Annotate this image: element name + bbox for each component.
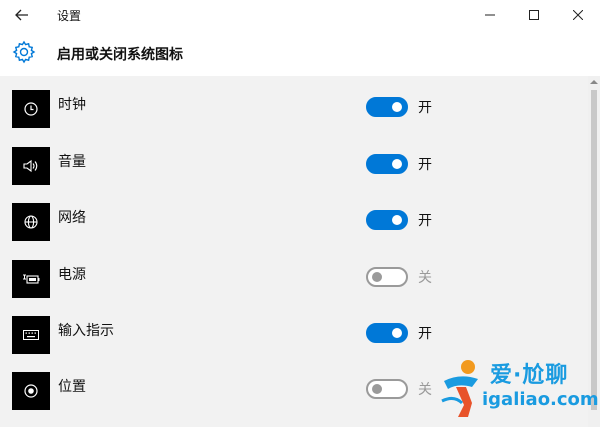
- watermark-url: igaliao.com: [482, 389, 599, 410]
- toggle-state-text: 关: [418, 270, 432, 286]
- page-title: 启用或关闭系统图标: [57, 47, 183, 63]
- maximize-icon: [529, 10, 539, 20]
- back-arrow-icon: [15, 9, 28, 21]
- item-label: 时钟: [58, 97, 86, 113]
- row-icon-box: [12, 260, 50, 298]
- location-toggle[interactable]: [366, 379, 408, 399]
- watermark-logo-icon: [441, 360, 478, 417]
- volume-toggle[interactable]: [366, 154, 408, 174]
- minimize-icon: [485, 14, 495, 16]
- toggle-state-text: 开: [418, 326, 432, 342]
- chevron-up-icon: [590, 80, 598, 84]
- toggle-state-text: 开: [418, 100, 432, 116]
- item-label: 电源: [58, 267, 86, 283]
- list-item: 时钟 开: [0, 84, 588, 140]
- clock-toggle[interactable]: [366, 97, 408, 117]
- toggle-knob: [392, 102, 402, 112]
- toggle-state-text: 开: [418, 213, 432, 229]
- toggle-knob: [372, 272, 382, 282]
- item-label: 音量: [58, 154, 86, 170]
- gear-icon: [12, 40, 36, 64]
- toggle-knob: [372, 384, 382, 394]
- row-icon-box: [12, 90, 50, 128]
- globe-icon: [24, 215, 38, 229]
- toggle-state-text: 关: [418, 382, 432, 398]
- toggle-state-text: 开: [418, 157, 432, 173]
- row-icon-box: [12, 372, 50, 410]
- close-icon: [573, 10, 583, 20]
- keyboard-icon: [23, 330, 39, 340]
- battery-icon: [23, 274, 40, 284]
- toggle-knob: [392, 328, 402, 338]
- item-label: 位置: [58, 379, 86, 395]
- toggle-knob: [392, 159, 402, 169]
- close-button[interactable]: [556, 0, 600, 30]
- watermark-name: 爱·尬聊: [490, 363, 569, 388]
- location-icon: [24, 384, 38, 398]
- toggle-knob: [392, 215, 402, 225]
- list-item: 网络 开: [0, 197, 588, 253]
- item-label: 输入指示: [58, 323, 114, 339]
- window-title: 设置: [57, 9, 82, 23]
- maximize-button[interactable]: [512, 0, 556, 30]
- scroll-up-button[interactable]: [588, 76, 600, 88]
- row-icon-box: [12, 203, 50, 241]
- page-header: 启用或关闭系统图标: [0, 30, 600, 76]
- power-toggle[interactable]: [366, 267, 408, 287]
- minimize-button[interactable]: [468, 0, 512, 30]
- input-indicator-toggle[interactable]: [366, 323, 408, 343]
- row-icon-box: [12, 316, 50, 354]
- item-label: 网络: [58, 210, 86, 226]
- watermark: 爱·尬聊 igaliao.com: [438, 355, 599, 423]
- list-item: 电源 关: [0, 254, 588, 310]
- network-toggle[interactable]: [366, 210, 408, 230]
- row-icon-box: [12, 147, 50, 185]
- clock-icon: [24, 102, 38, 116]
- list-item: 音量 开: [0, 141, 588, 197]
- title-bar: 设置: [0, 0, 600, 30]
- volume-icon: [23, 159, 38, 173]
- back-button[interactable]: [6, 2, 38, 28]
